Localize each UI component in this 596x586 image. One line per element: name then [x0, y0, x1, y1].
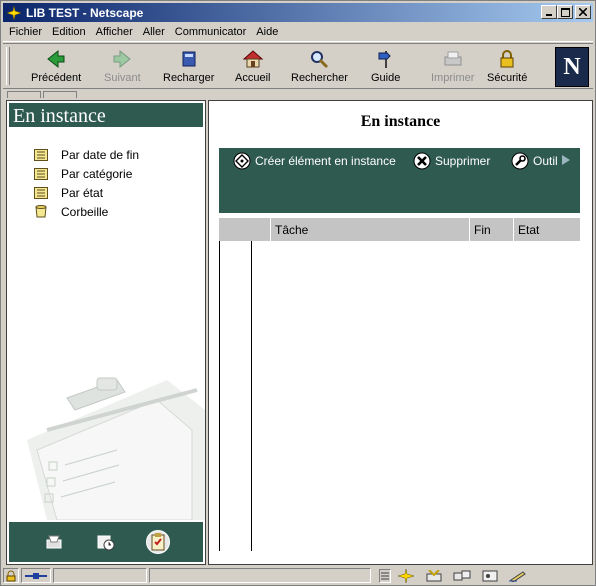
mail-icon[interactable]	[421, 568, 447, 583]
link-label: Corbeille	[61, 204, 109, 219]
menu-fichier[interactable]: Fichier	[9, 26, 42, 38]
home-label: Accueil	[235, 72, 271, 84]
search-button[interactable]: Rechercher	[291, 48, 348, 88]
netscape-app-icon[interactable]	[6, 5, 22, 21]
link-label: Par état	[61, 185, 104, 200]
reload-label: Recharger	[163, 72, 215, 84]
column-header-select[interactable]	[219, 218, 271, 241]
print-button[interactable]: Imprimer	[431, 48, 474, 88]
column-header-fin[interactable]: Fin	[470, 218, 514, 241]
navigation-toolbar: Précédent Suivant Recharger Accueil Rech	[3, 43, 593, 89]
list-icon	[33, 186, 49, 200]
back-button[interactable]: Précédent	[31, 48, 81, 88]
status-bar	[3, 567, 593, 584]
forward-button[interactable]: Suivant	[104, 48, 141, 88]
search-label: Rechercher	[291, 72, 348, 84]
column-header-tache[interactable]: Tâche	[271, 218, 470, 241]
component-bar-grip[interactable]	[379, 568, 391, 583]
home-icon	[242, 48, 264, 70]
sidebar-header: En instance	[8, 102, 204, 128]
link-par-date-de-fin[interactable]: Par date de fin	[33, 145, 139, 164]
maximize-button[interactable]	[557, 5, 573, 19]
list-icon	[33, 167, 49, 181]
menu-bar: Fichier Edition Afficher Aller Communica…	[3, 23, 593, 42]
composer-icon[interactable]	[505, 568, 531, 583]
sidebar-title: En instance	[13, 105, 106, 127]
table-header: Tâche Fin Etat	[219, 218, 580, 241]
reload-icon	[178, 48, 200, 70]
security-button[interactable]: Sécurité	[487, 48, 527, 88]
toolbar-grip[interactable]	[6, 47, 10, 85]
sidebar-footer	[8, 521, 204, 563]
window-title: LIB TEST - Netscape	[26, 5, 144, 20]
home-button[interactable]: Accueil	[235, 48, 270, 88]
tool-button[interactable]: Outil	[511, 152, 570, 170]
menu-aide[interactable]: Aide	[256, 26, 278, 38]
link-label: Par catégorie	[61, 166, 133, 181]
address-book-icon[interactable]	[477, 568, 503, 583]
minimize-button[interactable]	[541, 5, 557, 19]
list-icon	[33, 148, 49, 162]
forward-label: Suivant	[104, 72, 141, 84]
guide-button[interactable]: Guide	[371, 48, 400, 88]
security-label: Sécurité	[487, 72, 528, 84]
navigator-icon[interactable]	[393, 568, 419, 583]
task-checklist-icon[interactable]	[146, 530, 170, 554]
create-item-button[interactable]: Créer élément en instance	[233, 152, 396, 170]
netscape-logo[interactable]: N	[555, 47, 589, 87]
link-par-categorie[interactable]: Par catégorie	[33, 164, 139, 183]
security-lock-icon[interactable]	[3, 568, 19, 583]
wrench-icon	[511, 152, 529, 170]
connection-status-icon	[21, 568, 51, 583]
table-column-divider	[219, 241, 220, 551]
close-button[interactable]	[575, 5, 591, 19]
tool-arrow-icon	[561, 154, 570, 168]
action-bar: Créer élément en instance Supprimer Outi…	[219, 148, 580, 213]
guide-label: Guide	[371, 72, 401, 84]
guide-icon	[375, 48, 397, 70]
sidebar-panel: En instance Par date de fin Par catégori…	[6, 100, 206, 565]
delete-x-icon	[413, 152, 431, 170]
browser-window: LIB TEST - Netscape Fichier Edition Affi…	[0, 0, 596, 586]
tool-label: Outil	[533, 154, 558, 168]
status-message	[149, 568, 371, 583]
delete-label: Supprimer	[435, 154, 491, 168]
menu-aller[interactable]: Aller	[143, 26, 165, 38]
link-label: Par date de fin	[61, 147, 140, 162]
forward-arrow-icon	[111, 48, 133, 70]
clipboard-watermark-image	[7, 370, 205, 521]
menu-edition[interactable]: Edition	[52, 26, 86, 38]
printer-icon	[442, 48, 464, 70]
search-icon	[308, 48, 330, 70]
personal-toolbar-tab[interactable]	[43, 91, 77, 98]
main-content: En instance Créer élément en instance Su…	[208, 100, 593, 565]
back-label: Précédent	[31, 72, 82, 84]
sidebar-links: Par date de fin Par catégorie Par état C…	[33, 145, 139, 221]
table-column-divider	[251, 241, 252, 551]
print-label: Imprimer	[431, 72, 475, 84]
trash-icon	[33, 205, 49, 219]
column-header-etat[interactable]: Etat	[514, 218, 580, 241]
calendar-clock-icon[interactable]	[94, 530, 118, 554]
page-title: En instance	[360, 113, 441, 130]
link-corbeille[interactable]: Corbeille	[33, 202, 139, 221]
menu-afficher[interactable]: Afficher	[96, 26, 133, 38]
discussion-groups-icon[interactable]	[449, 568, 475, 583]
toolbar-tabs	[3, 90, 593, 99]
progress-bar	[53, 568, 147, 583]
lock-icon	[496, 48, 518, 70]
inbox-icon[interactable]	[42, 530, 66, 554]
toolbar-tab-collapse[interactable]	[7, 91, 41, 98]
back-arrow-icon	[45, 48, 67, 70]
create-item-label: Créer élément en instance	[255, 154, 396, 168]
reload-button[interactable]: Recharger	[163, 48, 214, 88]
title-bar[interactable]: LIB TEST - Netscape	[3, 3, 593, 22]
delete-button[interactable]: Supprimer	[413, 152, 490, 170]
menu-communicator[interactable]: Communicator	[175, 26, 247, 38]
link-par-etat[interactable]: Par état	[33, 183, 139, 202]
create-item-icon	[233, 152, 251, 170]
status-separator	[373, 568, 377, 583]
